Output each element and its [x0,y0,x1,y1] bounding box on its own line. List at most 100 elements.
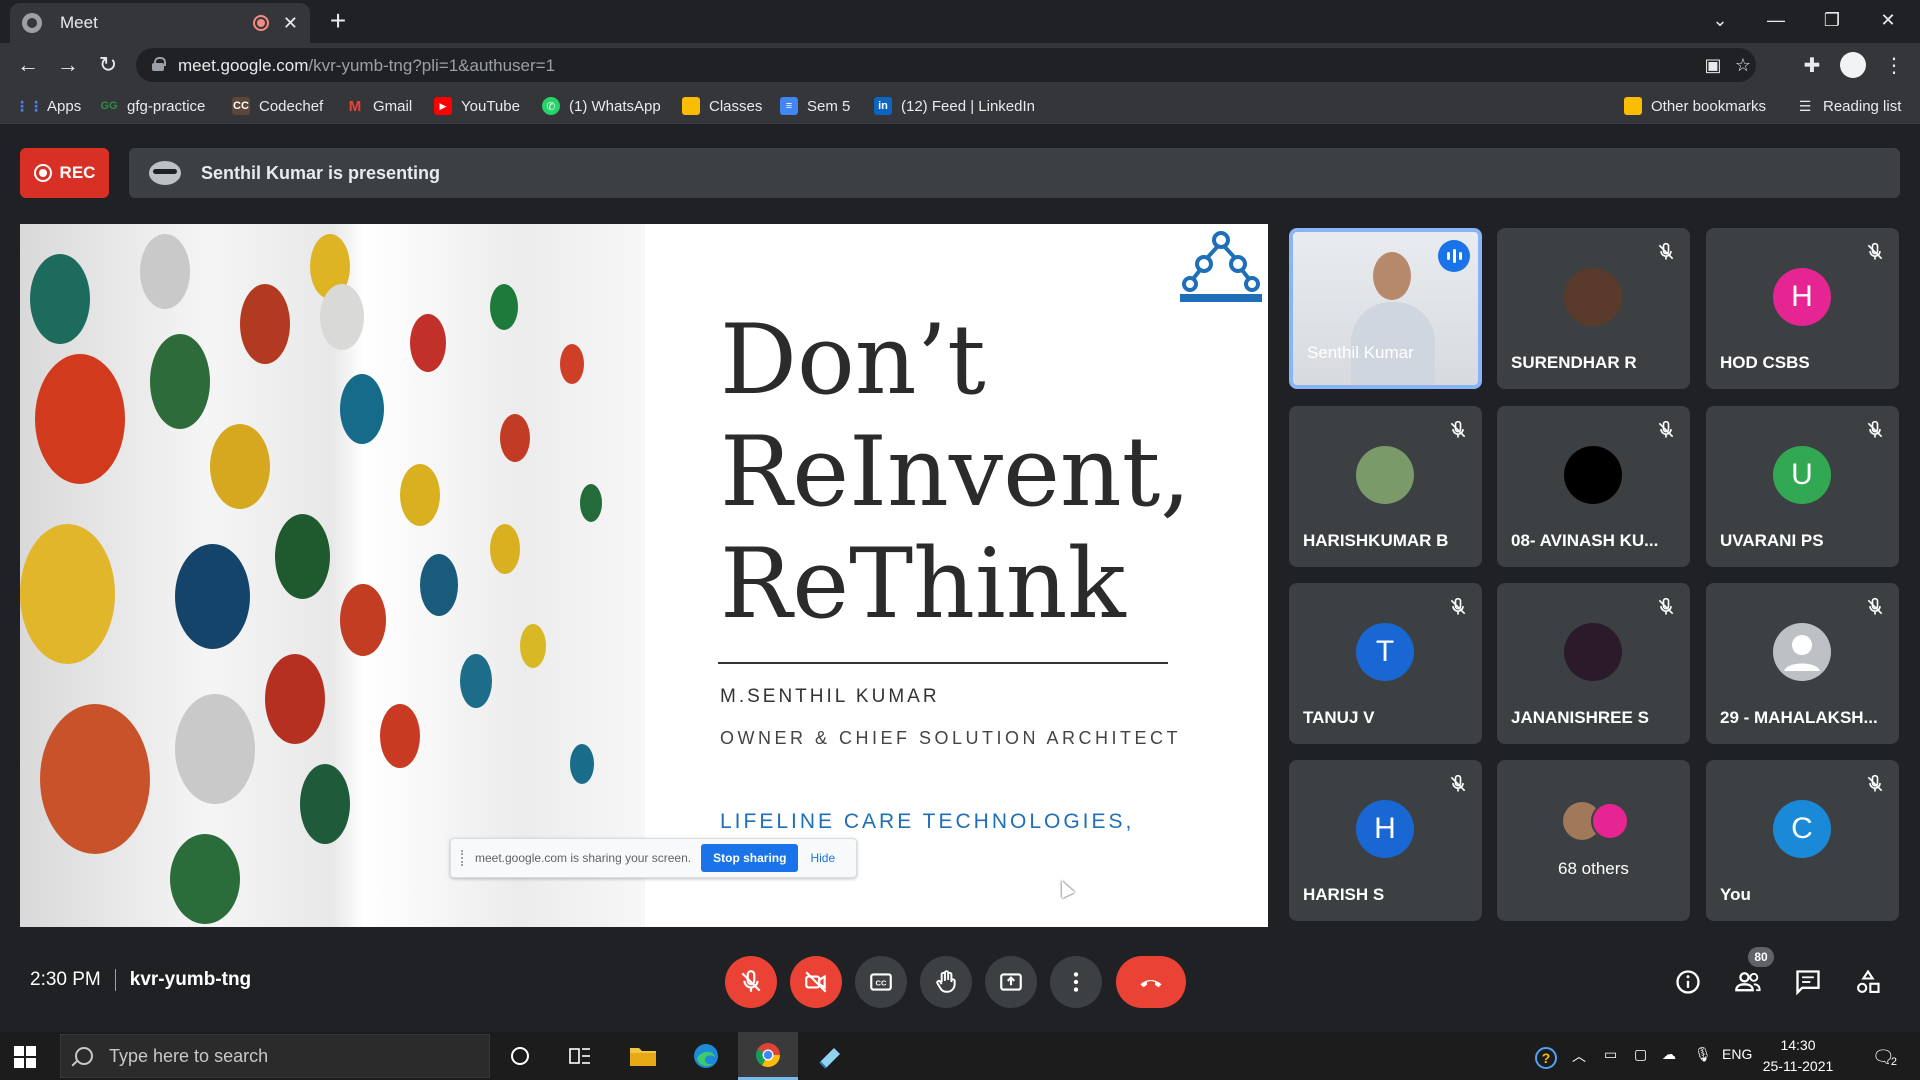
action-center-button[interactable]: 🗨 2 [1872,1046,1897,1069]
mic-muted-icon [1448,597,1468,617]
captions-button[interactable]: CC [855,956,907,1008]
meeting-details-button[interactable] [1672,966,1704,998]
microphone-tray-icon[interactable]: 🎙 [1694,1046,1712,1063]
camera-off-button[interactable] [790,956,842,1008]
avatar-initial: H [1356,800,1414,858]
back-button[interactable]: ← [12,49,44,81]
chrome-icon [755,1042,780,1067]
cortana-circle-icon [511,1047,529,1065]
taskbar-clock[interactable]: 14:30 25-11-2021 [1750,1035,1846,1077]
forward-button[interactable]: → [52,49,84,81]
people-button[interactable] [1732,966,1764,998]
bookmark-youtube[interactable]: ▶ YouTube [434,96,520,116]
bookmark-linkedin[interactable]: in (12) Feed | LinkedIn [874,96,1035,116]
slide-presenter-role: OWNER & CHIEF SOLUTION ARCHITECT [720,728,1182,748]
recording-badge[interactable]: REC [20,148,109,198]
reading-list[interactable]: ☰ Reading list [1796,96,1902,116]
taskbar-search-box[interactable]: Type here to search [60,1034,490,1078]
participant-tile[interactable]: 68 others [1497,760,1690,921]
mouse-cursor [1055,877,1075,899]
camera-blocked-icon[interactable]: ▣ [1702,55,1724,75]
svg-text:?: ? [1542,1050,1551,1066]
more-options-button[interactable] [1050,956,1102,1008]
meeting-code: kvr-yumb-tng [129,969,252,990]
participant-tile[interactable]: Senthil Kumar [1289,228,1482,389]
bookmark-apps[interactable]: ⋮⋮ Apps [15,96,81,116]
new-tab-button[interactable]: + [322,6,354,36]
minimize-button[interactable]: — [1748,0,1804,40]
other-bookmarks[interactable]: Other bookmarks [1624,96,1766,116]
restore-button[interactable]: ❐ [1804,0,1860,40]
participant-name: Senthil Kumar [1307,343,1414,362]
snip-tool-button[interactable] [800,1032,860,1080]
drag-handle[interactable] [461,850,465,866]
participant-tile[interactable]: HARISHKUMAR B [1289,406,1482,567]
avatar [1564,446,1622,504]
meeting-time: 2:30 PM [30,969,101,990]
participant-tile[interactable]: 29 - MAHALAKSH... [1706,583,1899,744]
profile-avatar[interactable] [1840,52,1866,78]
bookmark-gmail[interactable]: M Gmail [346,96,412,116]
participant-tile[interactable]: JANANISHREE S [1497,583,1690,744]
reading-list-icon: ☰ [1798,97,1812,114]
reload-button[interactable]: ↻ [92,49,124,81]
close-window-button[interactable]: ✕ [1860,0,1916,40]
chrome-taskbar-button[interactable] [738,1032,798,1080]
hide-share-bar-button[interactable]: Hide [810,851,835,865]
participant-tile[interactable]: U UVARANI PS [1706,406,1899,567]
closed-captions-icon: CC [870,973,892,991]
mic-muted-icon [1448,774,1468,794]
avatar-initial: T [1356,623,1414,681]
participant-count-badge: 80 [1748,947,1774,967]
chat-button[interactable] [1792,966,1824,998]
show-hidden-icons[interactable]: ︿ [1572,1046,1586,1066]
bookmark-label: (1) WhatsApp [569,97,661,115]
bookmark-codechef[interactable]: CC Codechef [232,96,323,116]
browser-toolbar: ← → ↻ meet.google.com/kvr-yumb-tng?pli=1… [0,43,1920,87]
raise-hand-button[interactable] [920,956,972,1008]
activities-button[interactable] [1852,966,1884,998]
bookmark-classes[interactable]: Classes [682,96,762,116]
participant-tile[interactable]: C You [1706,760,1899,921]
stop-sharing-button[interactable]: Stop sharing [701,844,799,872]
microphone-off-button[interactable] [725,956,777,1008]
file-explorer-button[interactable] [613,1032,673,1080]
present-now-button[interactable] [985,956,1037,1008]
chrome-menu-icon[interactable]: ⋮ [1880,51,1908,79]
mic-muted-icon [1656,420,1676,440]
participant-tile[interactable]: H HARISH S [1289,760,1482,921]
help-tray-icon[interactable]: ? [1534,1046,1560,1070]
participant-tile[interactable]: SURENDHAR R [1497,228,1690,389]
bookmark-sem5[interactable]: ≡ Sem 5 [780,96,850,116]
display-icon[interactable]: ▢ [1634,1046,1647,1063]
tab-search-chevron-icon[interactable]: ⌄ [1692,0,1748,40]
browser-tab-meet[interactable]: Meet ✕ [10,3,310,43]
address-bar[interactable]: meet.google.com/kvr-yumb-tng?pli=1&authu… [136,48,1756,82]
cortana-button[interactable] [490,1032,550,1080]
avatar-initial: U [1773,446,1831,504]
bookmark-gfg-practice[interactable]: GG gfg-practice [100,96,205,116]
bookmark-star-icon[interactable]: ☆ [1732,55,1754,75]
help-icon: ? [1535,1047,1557,1069]
battery-icon[interactable]: ▭ [1604,1046,1617,1063]
mic-muted-icon [1865,242,1885,262]
participant-name: HOD CSBS [1720,353,1810,372]
participant-name: UVARANI PS [1720,531,1824,550]
extensions-puzzle-icon[interactable]: ✚ [1798,51,1826,79]
participant-tile[interactable]: T TANUJ V [1289,583,1482,744]
task-view-button[interactable] [550,1032,610,1080]
more-vert-icon [1073,972,1079,992]
slide-company: LIFELINE CARE TECHNOLOGIES, [720,810,1135,833]
leave-call-button[interactable] [1116,956,1186,1008]
edge-browser-button[interactable] [676,1032,736,1080]
onedrive-icon[interactable]: ☁ [1662,1046,1676,1063]
participant-tile[interactable]: 08- AVINASH KU... [1497,406,1690,567]
tab-close-icon[interactable]: ✕ [283,13,298,34]
language-indicator[interactable]: ENG [1722,1046,1752,1062]
bookmark-whatsapp[interactable]: ✆ (1) WhatsApp [542,96,661,116]
screen-share-notification: meet.google.com is sharing your screen. … [450,838,857,878]
people-icon [1735,972,1761,992]
participant-tile[interactable]: H HOD CSBS [1706,228,1899,389]
participant-name: JANANISHREE S [1511,708,1649,727]
windows-start-button[interactable] [14,1046,36,1068]
